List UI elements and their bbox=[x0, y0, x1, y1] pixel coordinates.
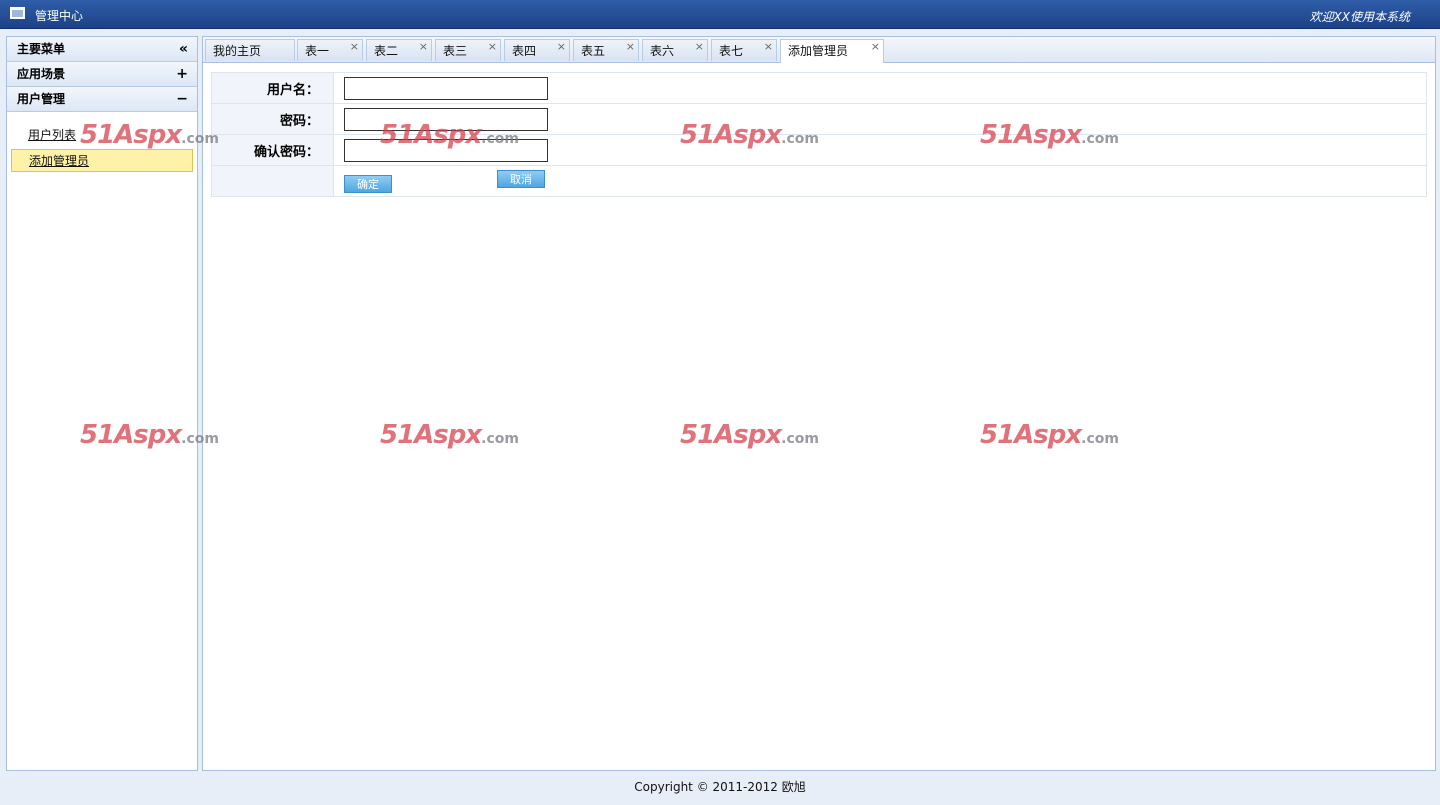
tab-home[interactable]: 我的主页 bbox=[205, 39, 295, 61]
close-icon[interactable]: × bbox=[557, 36, 566, 58]
password-input[interactable] bbox=[344, 107, 548, 131]
sidebar-item-add-admin[interactable]: 添加管理员 bbox=[11, 149, 193, 172]
confirm-password-input[interactable] bbox=[344, 138, 548, 162]
main-menu-header: 主要菜单 « bbox=[7, 37, 197, 62]
tab-label: 表四 bbox=[512, 44, 537, 58]
collapse-section-icon[interactable]: − bbox=[176, 87, 188, 111]
tab-label: 表六 bbox=[650, 44, 675, 58]
close-icon[interactable]: × bbox=[488, 36, 497, 58]
app-title: 管理中心 bbox=[35, 9, 84, 23]
sidebar-item-user-list[interactable]: 用户列表 bbox=[11, 124, 193, 147]
expand-icon[interactable]: + bbox=[176, 62, 188, 86]
close-icon[interactable]: × bbox=[764, 36, 773, 58]
form-cell bbox=[333, 103, 1427, 135]
sidebar-section-label: 应用场景 bbox=[17, 67, 66, 81]
footer-copyright: Copyright © 2011-2012 欧旭 bbox=[634, 780, 806, 794]
close-icon[interactable]: × bbox=[695, 36, 704, 58]
sidebar-section-scenarios[interactable]: 应用场景 + bbox=[7, 62, 197, 87]
tab-table-6[interactable]: 表六 × bbox=[642, 39, 708, 61]
confirm-password-label: 确认密码： bbox=[211, 134, 334, 166]
tab-table-2[interactable]: 表二 × bbox=[366, 39, 432, 61]
tab-label: 添加管理员 bbox=[788, 44, 849, 58]
close-icon[interactable]: × bbox=[871, 36, 880, 58]
sidebar: 主要菜单 « 应用场景 + 用户管理 − 用户列表 添加管理员 bbox=[6, 36, 198, 771]
tab-label: 表五 bbox=[581, 44, 606, 58]
tab-label: 表一 bbox=[305, 44, 330, 58]
main-panel: 我的主页 表一 × 表二 × 表三 × 表四 × 表五 × 表六 × 表七 × bbox=[202, 36, 1436, 771]
sidebar-section-label: 用户管理 bbox=[17, 92, 66, 106]
form-cell bbox=[333, 72, 1427, 104]
form-actions: 确定 取消 bbox=[333, 165, 1427, 197]
tab-bar: 我的主页 表一 × 表二 × 表三 × 表四 × 表五 × 表六 × 表七 × bbox=[203, 37, 1435, 63]
collapse-icon[interactable]: « bbox=[179, 37, 188, 61]
form-row: 确认密码： bbox=[211, 134, 1427, 166]
welcome-text: 欢迎XX使用本系统 bbox=[1309, 10, 1410, 24]
top-bar: 管理中心 欢迎XX使用本系统 bbox=[0, 0, 1440, 29]
tab-label: 表二 bbox=[374, 44, 399, 58]
window-icon bbox=[10, 7, 25, 19]
username-label: 用户名： bbox=[211, 72, 334, 104]
tab-add-admin[interactable]: 添加管理员 × bbox=[780, 39, 884, 63]
empty-label-cell bbox=[211, 165, 334, 197]
tab-table-4[interactable]: 表四 × bbox=[504, 39, 570, 61]
sidebar-section-body: 用户列表 添加管理员 bbox=[7, 112, 197, 184]
form-row: 确定 取消 bbox=[211, 165, 1427, 197]
username-input[interactable] bbox=[344, 76, 548, 100]
tab-label: 表三 bbox=[443, 44, 468, 58]
tab-label: 我的主页 bbox=[213, 44, 262, 58]
add-admin-form: 用户名： 密码： 确认密码： 确定 取消 bbox=[211, 72, 1427, 197]
ok-button[interactable]: 确定 bbox=[344, 175, 392, 193]
main-menu-title: 主要菜单 bbox=[17, 42, 66, 56]
form-row: 密码： bbox=[211, 103, 1427, 135]
tab-table-7[interactable]: 表七 × bbox=[711, 39, 777, 61]
tab-label: 表七 bbox=[719, 44, 744, 58]
close-icon[interactable]: × bbox=[419, 36, 428, 58]
password-label: 密码： bbox=[211, 103, 334, 135]
tab-table-1[interactable]: 表一 × bbox=[297, 39, 363, 61]
tab-table-3[interactable]: 表三 × bbox=[435, 39, 501, 61]
tab-table-5[interactable]: 表五 × bbox=[573, 39, 639, 61]
cancel-button[interactable]: 取消 bbox=[497, 170, 545, 188]
close-icon[interactable]: × bbox=[626, 36, 635, 58]
close-icon[interactable]: × bbox=[350, 36, 359, 58]
sidebar-section-user-management[interactable]: 用户管理 − bbox=[7, 87, 197, 112]
form-row: 用户名： bbox=[211, 72, 1427, 104]
form-cell bbox=[333, 134, 1427, 166]
